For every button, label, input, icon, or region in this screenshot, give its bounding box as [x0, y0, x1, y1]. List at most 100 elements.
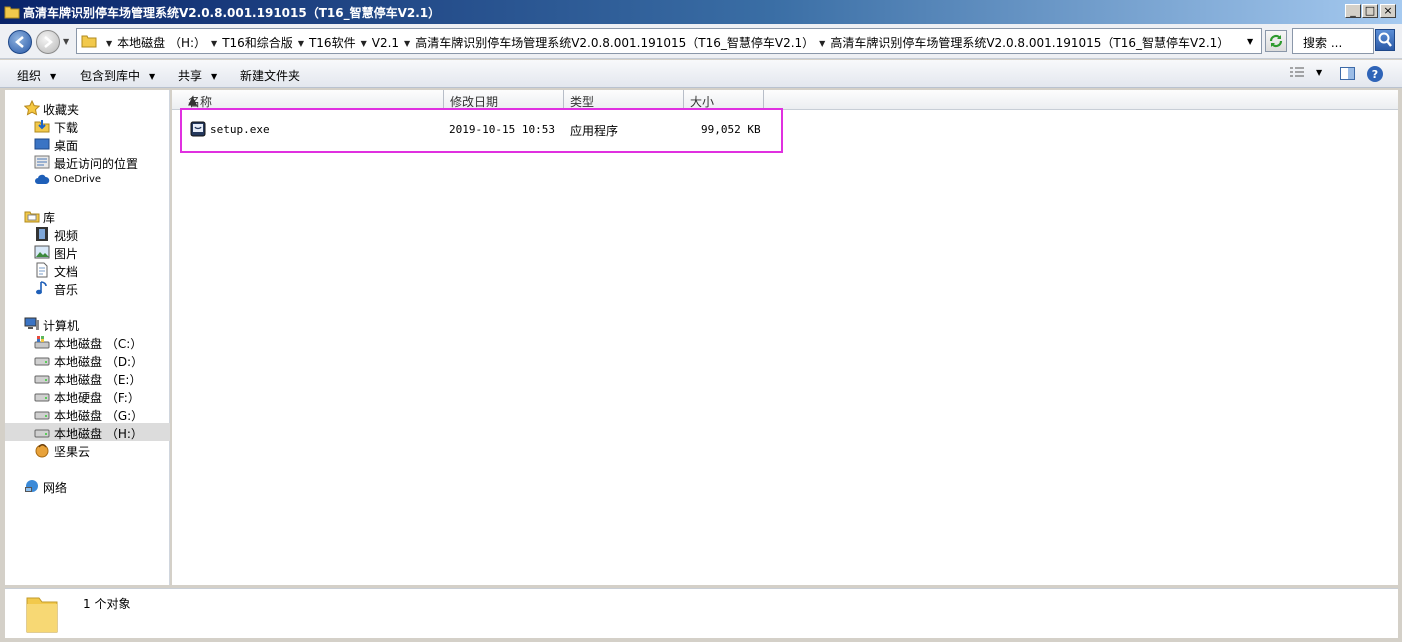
breadcrumb-item[interactable]: V2.1: [372, 36, 399, 50]
document-icon: [36, 262, 48, 278]
sidebar-item-documents[interactable]: 文档: [5, 261, 170, 279]
sidebar-group-computer[interactable]: 计算机: [5, 315, 170, 333]
chevron-down-icon[interactable]: ▼: [404, 39, 410, 48]
view-dropdown-icon[interactable]: ▼: [1316, 68, 1322, 77]
address-dropdown-icon[interactable]: ▼: [1247, 37, 1253, 46]
maximize-button[interactable]: □: [1362, 4, 1378, 18]
sidebar-item-drive-d[interactable]: 本地磁盘 （D:）: [5, 351, 170, 369]
breadcrumb-item[interactable]: 高清车牌识别停车场管理系统V2.0.8.001.191015（T16_智慧停车V…: [830, 36, 1229, 50]
window-title: 高清车牌识别停车场管理系统V2.0.8.001.191015（T16_智慧停车V…: [23, 6, 441, 20]
breadcrumb-item[interactable]: T16软件: [309, 36, 356, 50]
help-button[interactable]: ?: [1366, 65, 1384, 86]
download-folder-icon: [34, 120, 50, 133]
breadcrumb-item[interactable]: 高清车牌识别停车场管理系统V2.0.8.001.191015（T16_智慧停车V…: [415, 36, 814, 50]
svg-text:?: ?: [1372, 68, 1378, 81]
back-button[interactable]: [8, 30, 32, 54]
minimize-button[interactable]: _: [1345, 4, 1361, 18]
sidebar-item-drive-f[interactable]: 本地硬盘 （F:）: [5, 387, 170, 405]
hard-drive-icon: [34, 357, 50, 366]
sidebar-item-music[interactable]: 音乐: [5, 279, 170, 297]
details-view-icon: [1290, 67, 1304, 77]
sidebar-item-onedrive[interactable]: OneDrive: [5, 171, 170, 189]
file-list-pane[interactable]: 名称 ▲ 修改日期 类型 大小 setup.exe 2019-10-15 10:…: [172, 90, 1398, 585]
sidebar-group-favorites[interactable]: 收藏夹: [5, 99, 170, 117]
folder-icon: [4, 6, 20, 19]
breadcrumb-item[interactable]: T16和综合版: [222, 36, 293, 50]
share-label: 共享: [178, 69, 203, 83]
sidebar-item-downloads[interactable]: 下载: [5, 117, 170, 135]
search-input[interactable]: 搜索 ...: [1292, 28, 1374, 54]
film-icon: [36, 227, 48, 241]
recent-places-icon: [34, 155, 50, 169]
sidebar-item-videos[interactable]: 视频: [5, 225, 170, 243]
folder-icon: [26, 597, 58, 633]
sidebar-item-label: 坚果云: [54, 445, 91, 459]
folder-icon: [81, 35, 97, 48]
refresh-button[interactable]: [1265, 30, 1287, 52]
sidebar-item-drive-h[interactable]: 本地磁盘 （H:）: [5, 423, 170, 441]
chevron-down-icon: ▼: [211, 72, 218, 81]
command-toolbar: 组织 ▼ 包含到库中 ▼ 共享 ▼ 新建文件夹 ▼ ?: [0, 60, 1402, 88]
desktop-icon: [34, 138, 50, 150]
forward-button[interactable]: [36, 30, 60, 54]
system-drive-icon: [34, 336, 50, 349]
hard-drive-icon: [34, 429, 50, 438]
share-menu[interactable]: 共享 ▼: [178, 67, 217, 84]
hard-drive-icon: [34, 411, 50, 420]
sidebar-item-label: OneDrive: [54, 174, 102, 185]
search-button[interactable]: [1375, 29, 1395, 51]
include-in-library-label: 包含到库中: [80, 69, 141, 83]
column-header-modified[interactable]: 修改日期: [444, 90, 564, 110]
sidebar-group-label: 计算机: [43, 319, 80, 333]
item-count: 1 个对象: [83, 597, 131, 611]
chevron-down-icon[interactable]: ▼: [361, 39, 367, 48]
chevron-down-icon[interactable]: ▼: [819, 39, 825, 48]
organize-menu[interactable]: 组织 ▼: [17, 67, 56, 84]
sidebar-item-label: 下载: [54, 121, 79, 135]
sidebar-item-desktop[interactable]: 桌面: [5, 135, 170, 153]
address-bar[interactable]: ▼ 本地磁盘 （H:） ▼ T16和综合版 ▼ T16软件 ▼ V2.1 ▼ 高清车牌识别停车场管…: [76, 28, 1262, 54]
column-header-type[interactable]: 类型: [564, 90, 684, 110]
title-bar[interactable]: 高清车牌识别停车场管理系统V2.0.8.001.191015（T16_智慧停车V…: [0, 0, 1402, 24]
sidebar-item-drive-c[interactable]: 本地磁盘 （C:）: [5, 333, 170, 351]
chevron-down-icon: ▼: [149, 72, 156, 81]
column-header-name[interactable]: 名称 ▲: [182, 90, 444, 110]
arrow-right-icon: [44, 36, 53, 48]
new-folder-label: 新建文件夹: [240, 69, 301, 83]
sidebar-item-drive-e[interactable]: 本地磁盘 （E:）: [5, 369, 170, 387]
sidebar-item-label: 本地磁盘 （C:）: [54, 337, 143, 351]
sidebar-item-jianguoyun[interactable]: 坚果云: [5, 441, 170, 459]
history-dropdown-icon[interactable]: ▼: [63, 37, 69, 46]
new-folder-button[interactable]: 新建文件夹: [240, 67, 300, 84]
breadcrumb-item[interactable]: 本地磁盘 （H:）: [117, 36, 206, 50]
sidebar-item-recent-places[interactable]: 最近访问的位置: [5, 153, 170, 171]
sidebar-group-libraries[interactable]: 库: [5, 207, 170, 225]
preview-pane-button[interactable]: [1339, 65, 1356, 85]
sidebar-item-label: 文档: [54, 265, 79, 279]
search-icon: [1378, 32, 1392, 47]
library-icon: [24, 211, 40, 223]
computer-icon: [24, 317, 39, 330]
navigation-pane: 收藏夹 下载 桌面 最近访问的位置 OneDrive 库 视频 图片 文档 音乐…: [5, 90, 170, 585]
sidebar-item-label: 本地硬盘 （F:）: [54, 391, 140, 405]
chevron-down-icon[interactable]: ▼: [298, 39, 304, 48]
sidebar-item-label: 图片: [54, 247, 79, 261]
sort-ascending-icon: ▲: [188, 93, 198, 107]
chevron-down-icon[interactable]: ▼: [211, 39, 217, 48]
network-icon: [25, 480, 38, 492]
help-icon: ?: [1367, 66, 1383, 82]
arrow-left-icon: [15, 36, 24, 48]
star-icon: [24, 100, 40, 116]
sidebar-item-label: 本地磁盘 （D:）: [54, 355, 144, 369]
search-placeholder: 搜索 ...: [1303, 36, 1343, 50]
sidebar-item-drive-g[interactable]: 本地磁盘 （G:）: [5, 405, 170, 423]
sidebar-group-network[interactable]: 网络: [5, 477, 170, 495]
sidebar-item-label: 视频: [54, 229, 79, 243]
sidebar-item-pictures[interactable]: 图片: [5, 243, 170, 261]
include-in-library-menu[interactable]: 包含到库中 ▼: [80, 67, 155, 84]
view-options-button[interactable]: [1288, 65, 1306, 84]
close-button[interactable]: ×: [1380, 4, 1396, 18]
column-header-size[interactable]: 大小: [684, 90, 764, 110]
chevron-down-icon[interactable]: ▼: [106, 39, 112, 48]
organize-label: 组织: [17, 69, 42, 83]
